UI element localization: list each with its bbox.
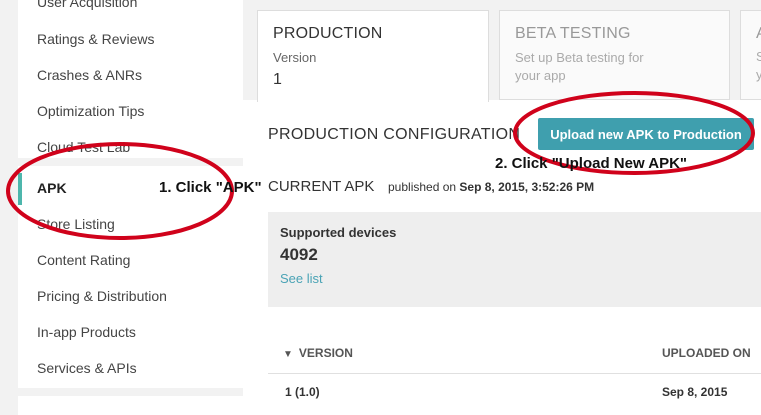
tab-subtitle-line1: Set up Beta testing for <box>515 50 644 65</box>
supported-devices-count: 4092 <box>280 245 318 264</box>
sidebar-item-content-rating[interactable]: Content Rating <box>37 252 130 268</box>
tab-subtitle-line1: S <box>756 49 761 64</box>
supported-devices-panel: Supported devices 4092 See list <box>268 212 761 307</box>
sidebar-item-ratings-reviews[interactable]: Ratings & Reviews <box>37 31 155 47</box>
tab-version-count: 1 <box>273 71 282 88</box>
table-row-version: 1 (1.0) <box>285 385 320 399</box>
sidebar-group-bottom <box>18 166 243 388</box>
sidebar-item-store-listing[interactable]: Store Listing <box>37 216 115 232</box>
annotation-step1: 1. Click "APK" <box>159 179 262 196</box>
see-list-link[interactable]: See list <box>280 271 323 286</box>
published-date: Sep 8, 2015, 3:52:26 PM <box>459 180 595 194</box>
table-divider <box>268 373 761 374</box>
sidebar-item-in-app-products[interactable]: In-app Products <box>37 324 136 340</box>
sidebar-item-optimization-tips[interactable]: Optimization Tips <box>37 103 144 119</box>
sidebar-item-user-acquisition[interactable]: User Acquisition <box>37 0 137 10</box>
tab-subtitle-line2: y <box>756 67 761 82</box>
sort-triangle-icon: ▼ <box>283 349 293 360</box>
tab-production[interactable]: PRODUCTION Version 1 <box>257 10 489 102</box>
sidebar-item-services-apis[interactable]: Services & APIs <box>37 360 137 376</box>
column-header-uploaded-on[interactable]: UPLOADED ON <box>662 346 751 360</box>
tab-beta-testing[interactable]: BETA TESTING Set up Beta testing for you… <box>499 10 730 100</box>
table-row-uploaded: Sep 8, 2015 <box>662 385 728 399</box>
published-info: published on Sep 8, 2015, 3:52:26 PM <box>388 180 594 194</box>
current-apk-heading: CURRENT APK <box>268 178 375 195</box>
supported-devices-label: Supported devices <box>280 225 397 240</box>
sidebar-item-pricing-distribution[interactable]: Pricing & Distribution <box>37 288 167 304</box>
tab-title: A <box>756 25 761 43</box>
sidebar-group-footer <box>18 396 243 415</box>
tab-title: BETA TESTING <box>515 25 631 42</box>
tab-subtitle-line2: your app <box>515 68 566 83</box>
published-prefix: published on <box>388 180 457 194</box>
upload-apk-button[interactable]: Upload new APK to Production <box>538 118 754 150</box>
annotation-step2: 2. Click "Upload New APK" <box>495 155 688 172</box>
tab-subtitle: Version <box>273 50 317 65</box>
active-indicator <box>18 173 22 205</box>
section-title: PRODUCTION CONFIGURATION <box>268 126 521 143</box>
sidebar-item-crashes-anrs[interactable]: Crashes & ANRs <box>37 67 142 83</box>
sidebar-item-cloud-test-lab[interactable]: Cloud Test Lab <box>37 139 130 155</box>
tab-alpha-testing[interactable]: A S y <box>740 10 761 100</box>
tab-title: PRODUCTION <box>273 25 383 42</box>
sidebar-item-apk[interactable]: APK <box>37 180 67 196</box>
sidebar: User Acquisition Ratings & Reviews Crash… <box>0 0 243 415</box>
column-header-version[interactable]: ▼ VERSION <box>283 346 353 360</box>
